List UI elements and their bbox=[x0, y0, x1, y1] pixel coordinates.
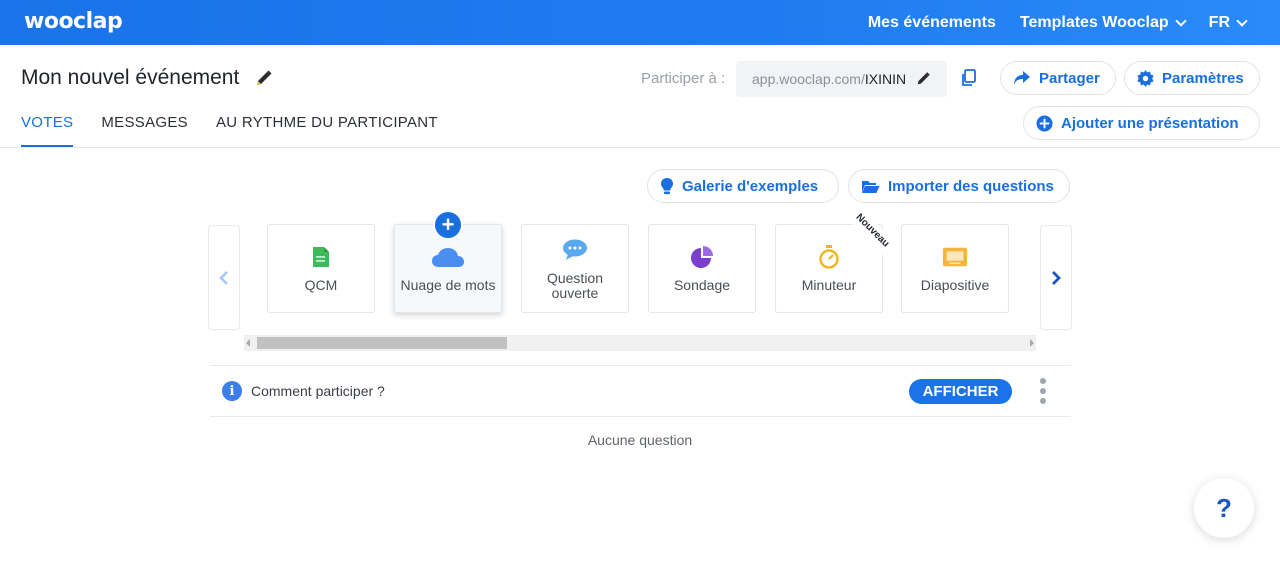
tab-participant-pace[interactable]: AU RYTHME DU PARTICIPANT bbox=[216, 114, 438, 147]
plus-circle-icon bbox=[1036, 114, 1053, 132]
edit-pencil-icon[interactable] bbox=[255, 69, 273, 87]
chevron-down-icon bbox=[1175, 14, 1187, 27]
poll-label: Sondage bbox=[673, 277, 731, 293]
stopwatch-icon bbox=[816, 244, 842, 270]
slide-icon bbox=[942, 244, 968, 270]
pie-chart-icon bbox=[689, 244, 715, 270]
show-button[interactable]: AFFICHER bbox=[909, 379, 1012, 404]
lightbulb-icon bbox=[661, 178, 673, 195]
event-url-box[interactable]: app.wooclap.com/IXININ bbox=[736, 61, 947, 97]
qcm-icon bbox=[308, 244, 334, 270]
question-type-open[interactable]: Question ouverte bbox=[521, 224, 629, 313]
participate-label: Participer à : bbox=[641, 70, 726, 87]
gallery-button[interactable]: Galerie d'exemples bbox=[647, 169, 839, 203]
help-button[interactable]: ? bbox=[1194, 478, 1254, 538]
event-title-row: Mon nouvel événement bbox=[21, 66, 273, 90]
settings-button[interactable]: Paramètres bbox=[1124, 61, 1260, 95]
add-presentation-button[interactable]: Ajouter une présentation bbox=[1023, 106, 1260, 140]
chevron-left-icon bbox=[219, 270, 228, 285]
empty-state-text: Aucune question bbox=[587, 432, 693, 448]
scroll-left-arrow-icon[interactable] bbox=[246, 339, 250, 347]
question-type-qcm[interactable]: QCM bbox=[267, 224, 375, 313]
settings-label: Paramètres bbox=[1162, 69, 1244, 87]
row-divider-top bbox=[210, 365, 1071, 366]
carousel-scrollbar[interactable] bbox=[244, 335, 1036, 351]
event-url-prefix: app.wooclap.com/ bbox=[752, 71, 865, 87]
question-type-poll[interactable]: Sondage bbox=[648, 224, 756, 313]
folder-open-icon bbox=[862, 180, 880, 193]
cloud-icon bbox=[431, 244, 465, 270]
how-to-participate-label: Comment participer ? bbox=[251, 383, 385, 399]
event-tabs: VOTES MESSAGES AU RYTHME DU PARTICIPANT bbox=[21, 114, 438, 147]
nav-my-events[interactable]: Mes événements bbox=[868, 14, 996, 32]
question-type-slide[interactable]: Diapositive bbox=[901, 224, 1009, 313]
top-bar: wooclap Mes événements Templates Wooclap… bbox=[0, 0, 1280, 45]
open-question-label: Question ouverte bbox=[546, 269, 604, 301]
add-plus-icon[interactable]: + bbox=[433, 210, 463, 240]
chevron-down-icon bbox=[1236, 14, 1248, 27]
language-selector[interactable]: FR bbox=[1208, 13, 1248, 32]
wooclap-logo[interactable]: wooclap bbox=[24, 9, 123, 34]
top-nav: Mes événements Templates Wooclap FR bbox=[868, 0, 1248, 45]
qcm-label: QCM bbox=[304, 277, 338, 293]
carousel-prev-button[interactable] bbox=[208, 225, 240, 330]
nav-templates-label: Templates Wooclap bbox=[1019, 13, 1169, 31]
event-title: Mon nouvel événement bbox=[21, 66, 240, 89]
gear-icon bbox=[1137, 69, 1154, 87]
slide-label: Diapositive bbox=[920, 277, 990, 293]
import-questions-label: Importer des questions bbox=[888, 177, 1054, 195]
word-cloud-label: Nuage de mots bbox=[400, 277, 496, 293]
chat-bubble-icon bbox=[562, 237, 588, 263]
tab-votes[interactable]: VOTES bbox=[21, 114, 74, 147]
language-label: FR bbox=[1208, 13, 1230, 31]
scrollbar-thumb[interactable] bbox=[257, 337, 507, 349]
more-options-icon[interactable] bbox=[1039, 378, 1047, 404]
tabs-divider bbox=[0, 147, 1280, 148]
tab-messages[interactable]: MESSAGES bbox=[101, 114, 188, 147]
row-divider-bottom bbox=[210, 416, 1071, 417]
chevron-right-icon bbox=[1052, 270, 1061, 285]
nav-my-events-label: Mes événements bbox=[867, 13, 996, 31]
nav-templates[interactable]: Templates Wooclap bbox=[1019, 13, 1187, 32]
import-questions-button[interactable]: Importer des questions bbox=[848, 169, 1070, 203]
share-button[interactable]: Partager bbox=[1000, 61, 1116, 95]
copy-icon[interactable] bbox=[961, 69, 977, 87]
scroll-right-arrow-icon[interactable] bbox=[1030, 339, 1034, 347]
share-arrow-icon bbox=[1014, 71, 1030, 85]
add-presentation-label: Ajouter une présentation bbox=[1061, 114, 1239, 132]
info-icon: i bbox=[222, 381, 242, 401]
edit-url-pencil-icon[interactable] bbox=[916, 71, 931, 86]
carousel-next-button[interactable] bbox=[1040, 225, 1072, 330]
timer-label: Minuteur bbox=[801, 277, 857, 293]
gallery-label: Galerie d'exemples bbox=[682, 177, 819, 195]
event-url-code: IXININ bbox=[864, 71, 907, 87]
share-label: Partager bbox=[1039, 69, 1100, 87]
